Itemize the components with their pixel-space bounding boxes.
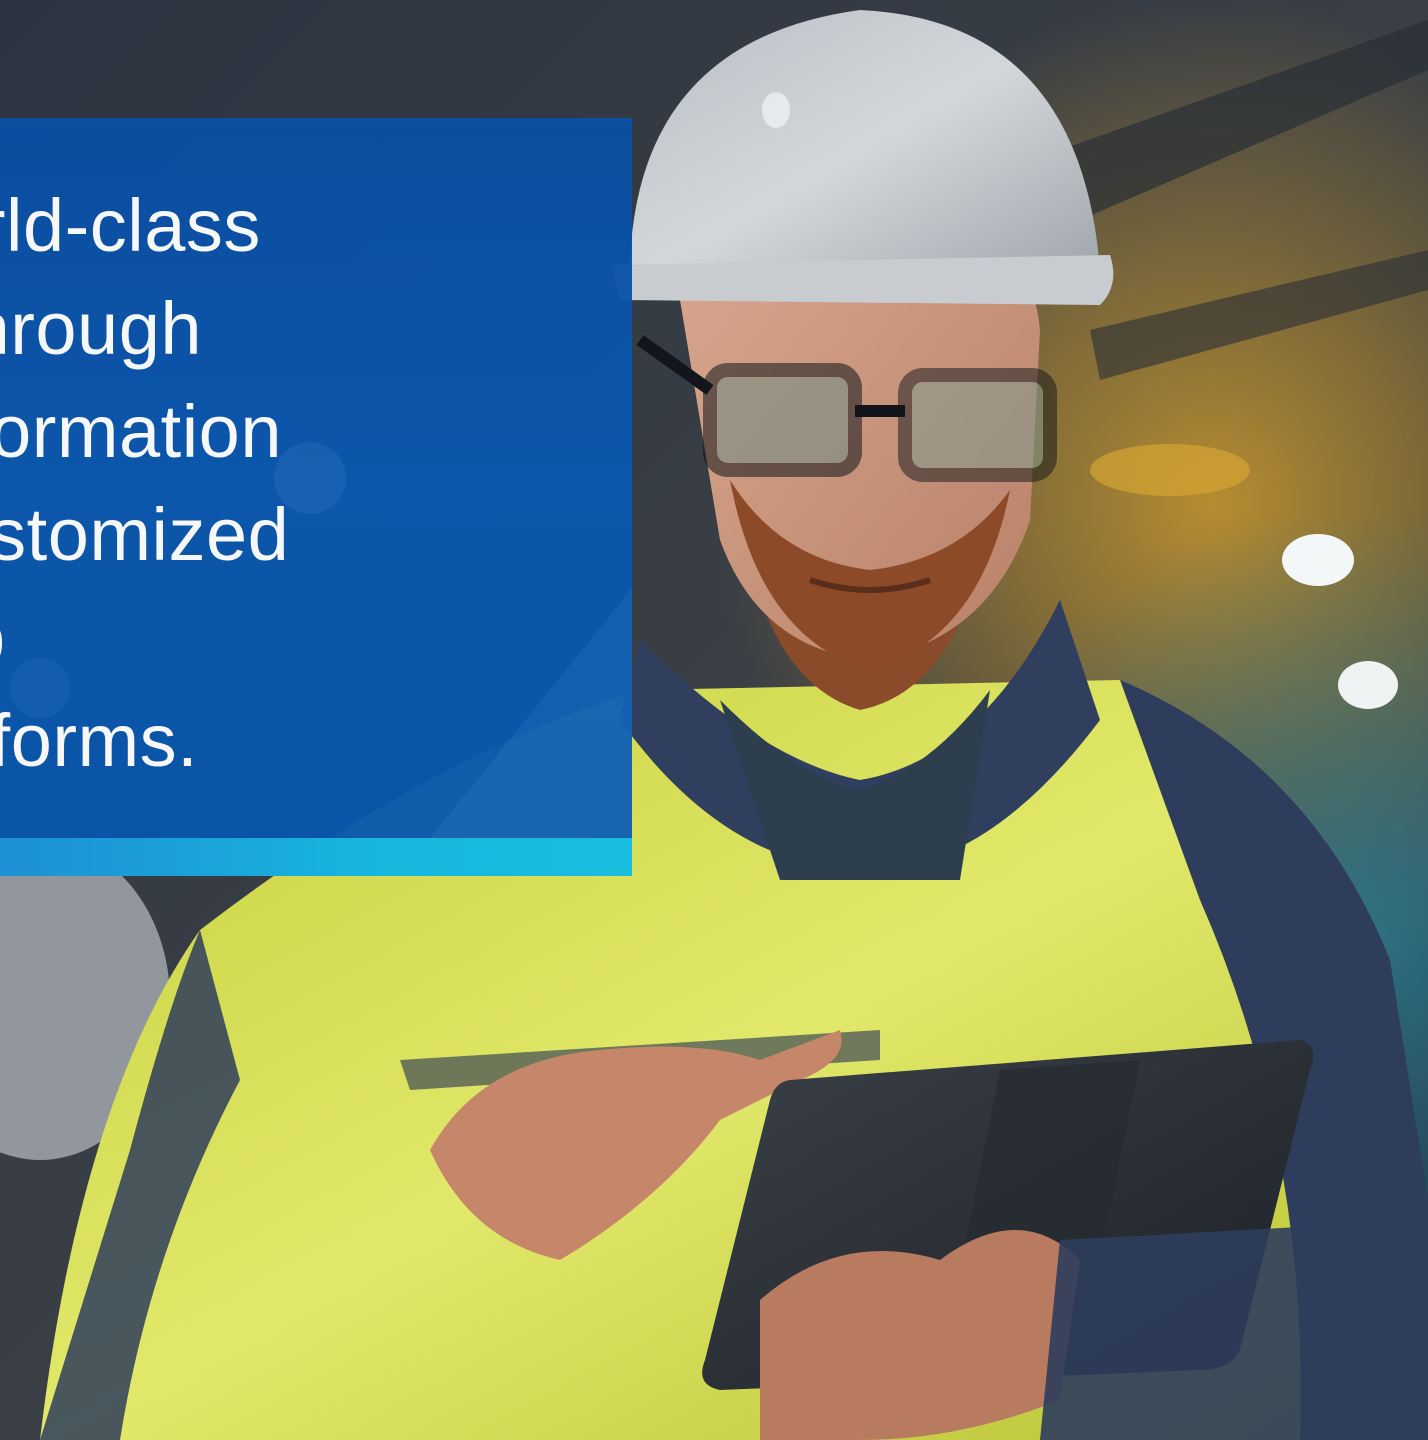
hero-banner: lop world-class apps through l transform… <box>0 0 1428 1440</box>
headline-line: and customized <box>0 493 290 576</box>
headline-line: nd web <box>0 586 632 689</box>
headline-line: lop world-class <box>0 184 261 267</box>
headline-panel: lop world-class apps through l transform… <box>0 118 632 838</box>
headline-line: l transformation <box>0 390 282 473</box>
accent-bar <box>0 838 632 876</box>
headline-line: apps through <box>0 287 203 370</box>
headline-line: on platforms. <box>0 699 199 782</box>
headline-text: lop world-class apps through l transform… <box>0 174 632 792</box>
